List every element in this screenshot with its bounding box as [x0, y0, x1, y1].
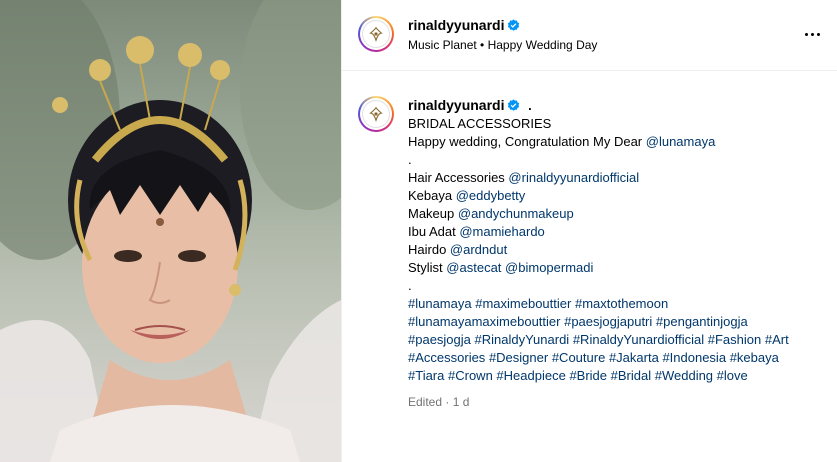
- post-header: rinaldyyunardi Music Planet • Happy Wedd…: [342, 0, 837, 71]
- author-username[interactable]: rinaldyyunardi: [408, 17, 504, 33]
- caption-suffix: .: [528, 98, 532, 113]
- credit-label: Hair Accessories: [408, 170, 509, 185]
- hashtag-link[interactable]: #Fashion: [708, 332, 761, 347]
- caption-body: rinaldyyunardi . BRIDAL ACCESSORIES Happ…: [408, 96, 828, 411]
- hashtag-line: #Accessories #Designer #Couture #Jakarta…: [408, 349, 828, 367]
- hashtag-link[interactable]: #Indonesia: [662, 350, 726, 365]
- caption-author-line: rinaldyyunardi .: [408, 96, 828, 115]
- hashtag-link[interactable]: #paesjogjaputri: [564, 314, 652, 329]
- credit-label: Ibu Adat: [408, 224, 460, 239]
- mention-link[interactable]: @eddybetty: [456, 188, 526, 203]
- mention-link[interactable]: @rinaldyyunardiofficial: [508, 170, 639, 185]
- credit-line: Makeup @andychunmakeup: [408, 205, 828, 223]
- hashtag-link[interactable]: #Art: [765, 332, 789, 347]
- hashtag-link[interactable]: #kebaya: [730, 350, 779, 365]
- hashtag-link[interactable]: #maxtothemoon: [575, 296, 668, 311]
- hashtags-block: #lunamaya #maximebouttier #maxtothemoon #…: [408, 295, 828, 385]
- credit-line: Hair Accessories @rinaldyyunardiofficial: [408, 169, 828, 187]
- more-options-button[interactable]: [800, 24, 824, 44]
- hashtag-link[interactable]: #maximebouttier: [475, 296, 571, 311]
- post-location[interactable]: Music Planet • Happy Wedding Day: [408, 38, 597, 52]
- caption-separator: .: [408, 278, 412, 293]
- verified-badge-icon: [508, 99, 520, 111]
- hashtag-link[interactable]: #Tiara: [408, 368, 444, 383]
- hashtag-link[interactable]: #Accessories: [408, 350, 485, 365]
- hashtag-link[interactable]: #RinaldyYunardi: [475, 332, 570, 347]
- author-avatar[interactable]: [358, 16, 394, 52]
- verified-badge-icon: [508, 19, 520, 31]
- post-sidebar: rinaldyyunardi Music Planet • Happy Wedd…: [341, 0, 837, 462]
- instagram-post: rinaldyyunardi Music Planet • Happy Wedd…: [0, 0, 837, 462]
- hashtag-link[interactable]: #paesjogja: [408, 332, 471, 347]
- credit-line: Hairdo @ardndut: [408, 241, 828, 259]
- author-row: rinaldyyunardi: [408, 17, 520, 33]
- mention-link[interactable]: @bimopermadi: [505, 260, 593, 275]
- hashtag-line: #lunamaya #maximebouttier #maxtothemoon: [408, 295, 828, 313]
- credit-label: Kebaya: [408, 188, 456, 203]
- caption-title: BRIDAL ACCESSORIES: [408, 116, 552, 131]
- credits-list: Hair Accessories @rinaldyyunardiofficial…: [408, 169, 828, 277]
- hashtag-link[interactable]: #Designer: [489, 350, 548, 365]
- more-horizontal-icon: [804, 32, 808, 36]
- credit-label: Hairdo: [408, 242, 450, 257]
- mention-link[interactable]: @mamiehardo: [459, 224, 544, 239]
- mention-link[interactable]: @astecat: [446, 260, 501, 275]
- brand-logo-icon: [369, 26, 383, 43]
- hashtag-link[interactable]: #Jakarta: [609, 350, 659, 365]
- credit-label: Stylist: [408, 260, 447, 275]
- caption-separator: .: [408, 152, 412, 167]
- hashtag-link[interactable]: #lunamayamaximebouttier: [408, 314, 560, 329]
- post-image[interactable]: [0, 0, 341, 462]
- mention-link[interactable]: @lunamaya: [646, 134, 716, 149]
- hashtag-link[interactable]: #love: [717, 368, 748, 383]
- hashtag-link[interactable]: #Bridal: [611, 368, 651, 383]
- hashtag-link[interactable]: #lunamaya: [408, 296, 472, 311]
- hashtag-link[interactable]: #Headpiece: [496, 368, 565, 383]
- caption-congrats: Happy wedding, Congratulation My Dear @l…: [408, 133, 828, 151]
- caption-username[interactable]: rinaldyyunardi: [408, 97, 504, 113]
- credit-label: Makeup: [408, 206, 458, 221]
- congrats-text: Happy wedding, Congratulation My Dear: [408, 134, 646, 149]
- hashtag-link[interactable]: #pengantinjogja: [656, 314, 748, 329]
- credit-line: Kebaya @eddybetty: [408, 187, 828, 205]
- mention-link[interactable]: @ardndut: [450, 242, 507, 257]
- hashtag-line: #paesjogja #RinaldyYunardi #RinaldyYunar…: [408, 331, 828, 349]
- hashtag-line: #Tiara #Crown #Headpiece #Bride #Bridal …: [408, 367, 828, 385]
- hashtag-link[interactable]: #Crown: [448, 368, 493, 383]
- mention-link[interactable]: @andychunmakeup: [458, 206, 574, 221]
- credit-line: Stylist @astecat @bimopermadi: [408, 259, 828, 277]
- caption-avatar[interactable]: [358, 96, 394, 132]
- hashtag-link[interactable]: #Wedding: [655, 368, 713, 383]
- hashtag-link[interactable]: #Bride: [569, 368, 607, 383]
- edited-timestamp: Edited · 1 d: [408, 395, 470, 409]
- hashtag-line: #lunamayamaximebouttier #paesjogjaputri …: [408, 313, 828, 331]
- bride-photo: [0, 0, 341, 462]
- credit-line: Ibu Adat @mamiehardo: [408, 223, 828, 241]
- hashtag-link[interactable]: #Couture: [552, 350, 605, 365]
- brand-logo-icon: [369, 106, 383, 123]
- hashtag-link[interactable]: #RinaldyYunardiofficial: [573, 332, 704, 347]
